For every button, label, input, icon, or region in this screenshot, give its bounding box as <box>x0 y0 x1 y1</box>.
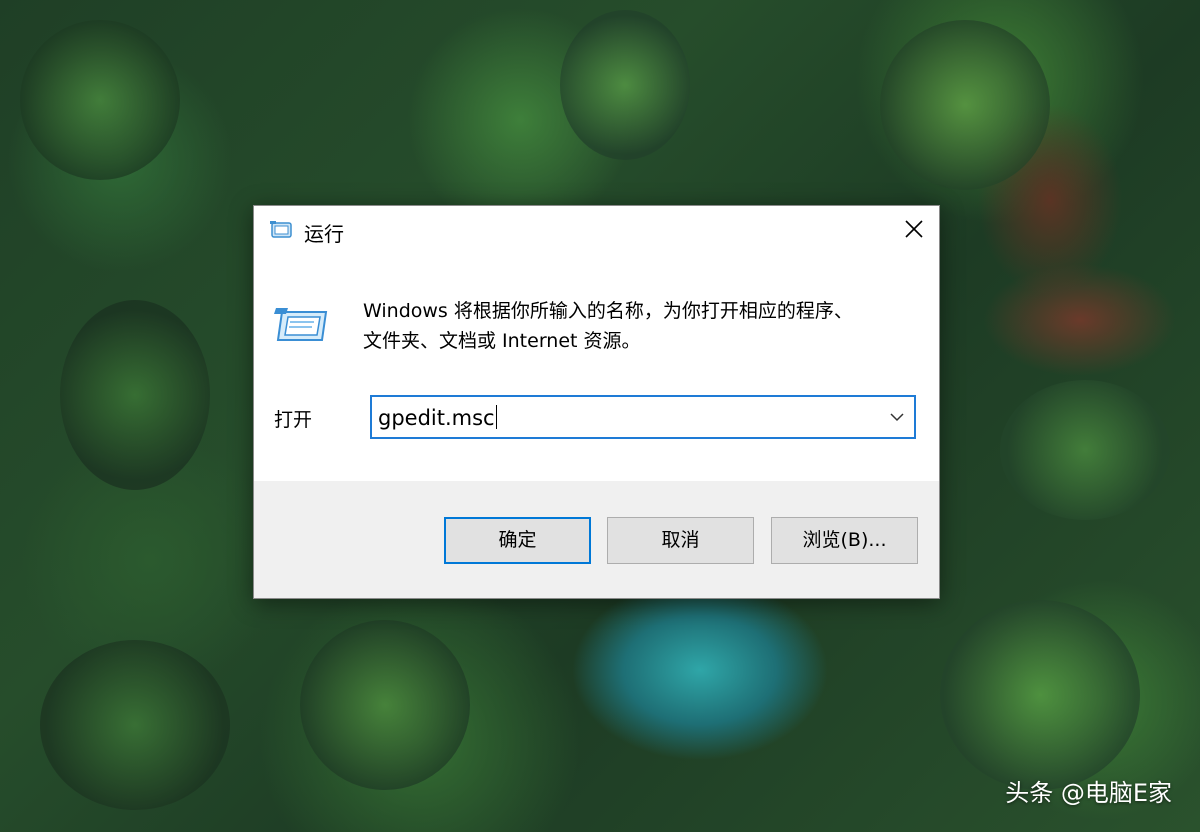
run-icon <box>274 306 332 346</box>
watermark-text: 头条 @电脑E家 <box>1005 779 1172 807</box>
desktop-wallpaper: 头条 @电脑E家 运行 Windows 将根据你所输入的名称，为你打开相应的程序… <box>0 0 1200 832</box>
wallpaper-tree <box>1000 380 1170 520</box>
dialog-content: Windows 将根据你所输入的名称，为你打开相应的程序、 文件夹、文档或 In… <box>254 256 939 481</box>
description-line: Windows 将根据你所输入的名称，为你打开相应的程序、 <box>363 300 853 322</box>
description-line: 文件夹、文档或 Internet 资源。 <box>363 330 641 352</box>
wallpaper-tree <box>880 20 1050 190</box>
wallpaper-tree <box>560 10 690 160</box>
close-icon <box>905 220 923 238</box>
open-input[interactable]: gpedit.msc <box>378 405 497 430</box>
run-dialog: 运行 Windows 将根据你所输入的名称，为你打开相应的程序、 文件夹、文档或… <box>253 205 940 599</box>
browse-button[interactable]: 浏览(B)... <box>771 517 918 564</box>
wallpaper-tree <box>20 20 180 180</box>
ok-button[interactable]: 确定 <box>444 517 591 564</box>
title-bar[interactable]: 运行 <box>254 206 939 256</box>
cancel-button[interactable]: 取消 <box>607 517 754 564</box>
run-icon <box>269 220 293 240</box>
wallpaper-tree <box>300 620 470 790</box>
wallpaper-tree <box>40 640 230 810</box>
chevron-down-icon <box>890 413 904 422</box>
open-input-value: gpedit.msc <box>378 406 495 430</box>
dialog-description: Windows 将根据你所输入的名称，为你打开相应的程序、 文件夹、文档或 In… <box>363 296 913 356</box>
wallpaper-tree <box>60 300 210 490</box>
close-button[interactable] <box>889 206 939 252</box>
text-caret <box>495 405 497 429</box>
open-combobox[interactable]: gpedit.msc <box>370 395 916 439</box>
wallpaper-tree <box>940 600 1140 790</box>
dialog-title: 运行 <box>304 222 344 246</box>
dropdown-button[interactable] <box>882 397 912 437</box>
open-label: 打开 <box>274 409 313 431</box>
